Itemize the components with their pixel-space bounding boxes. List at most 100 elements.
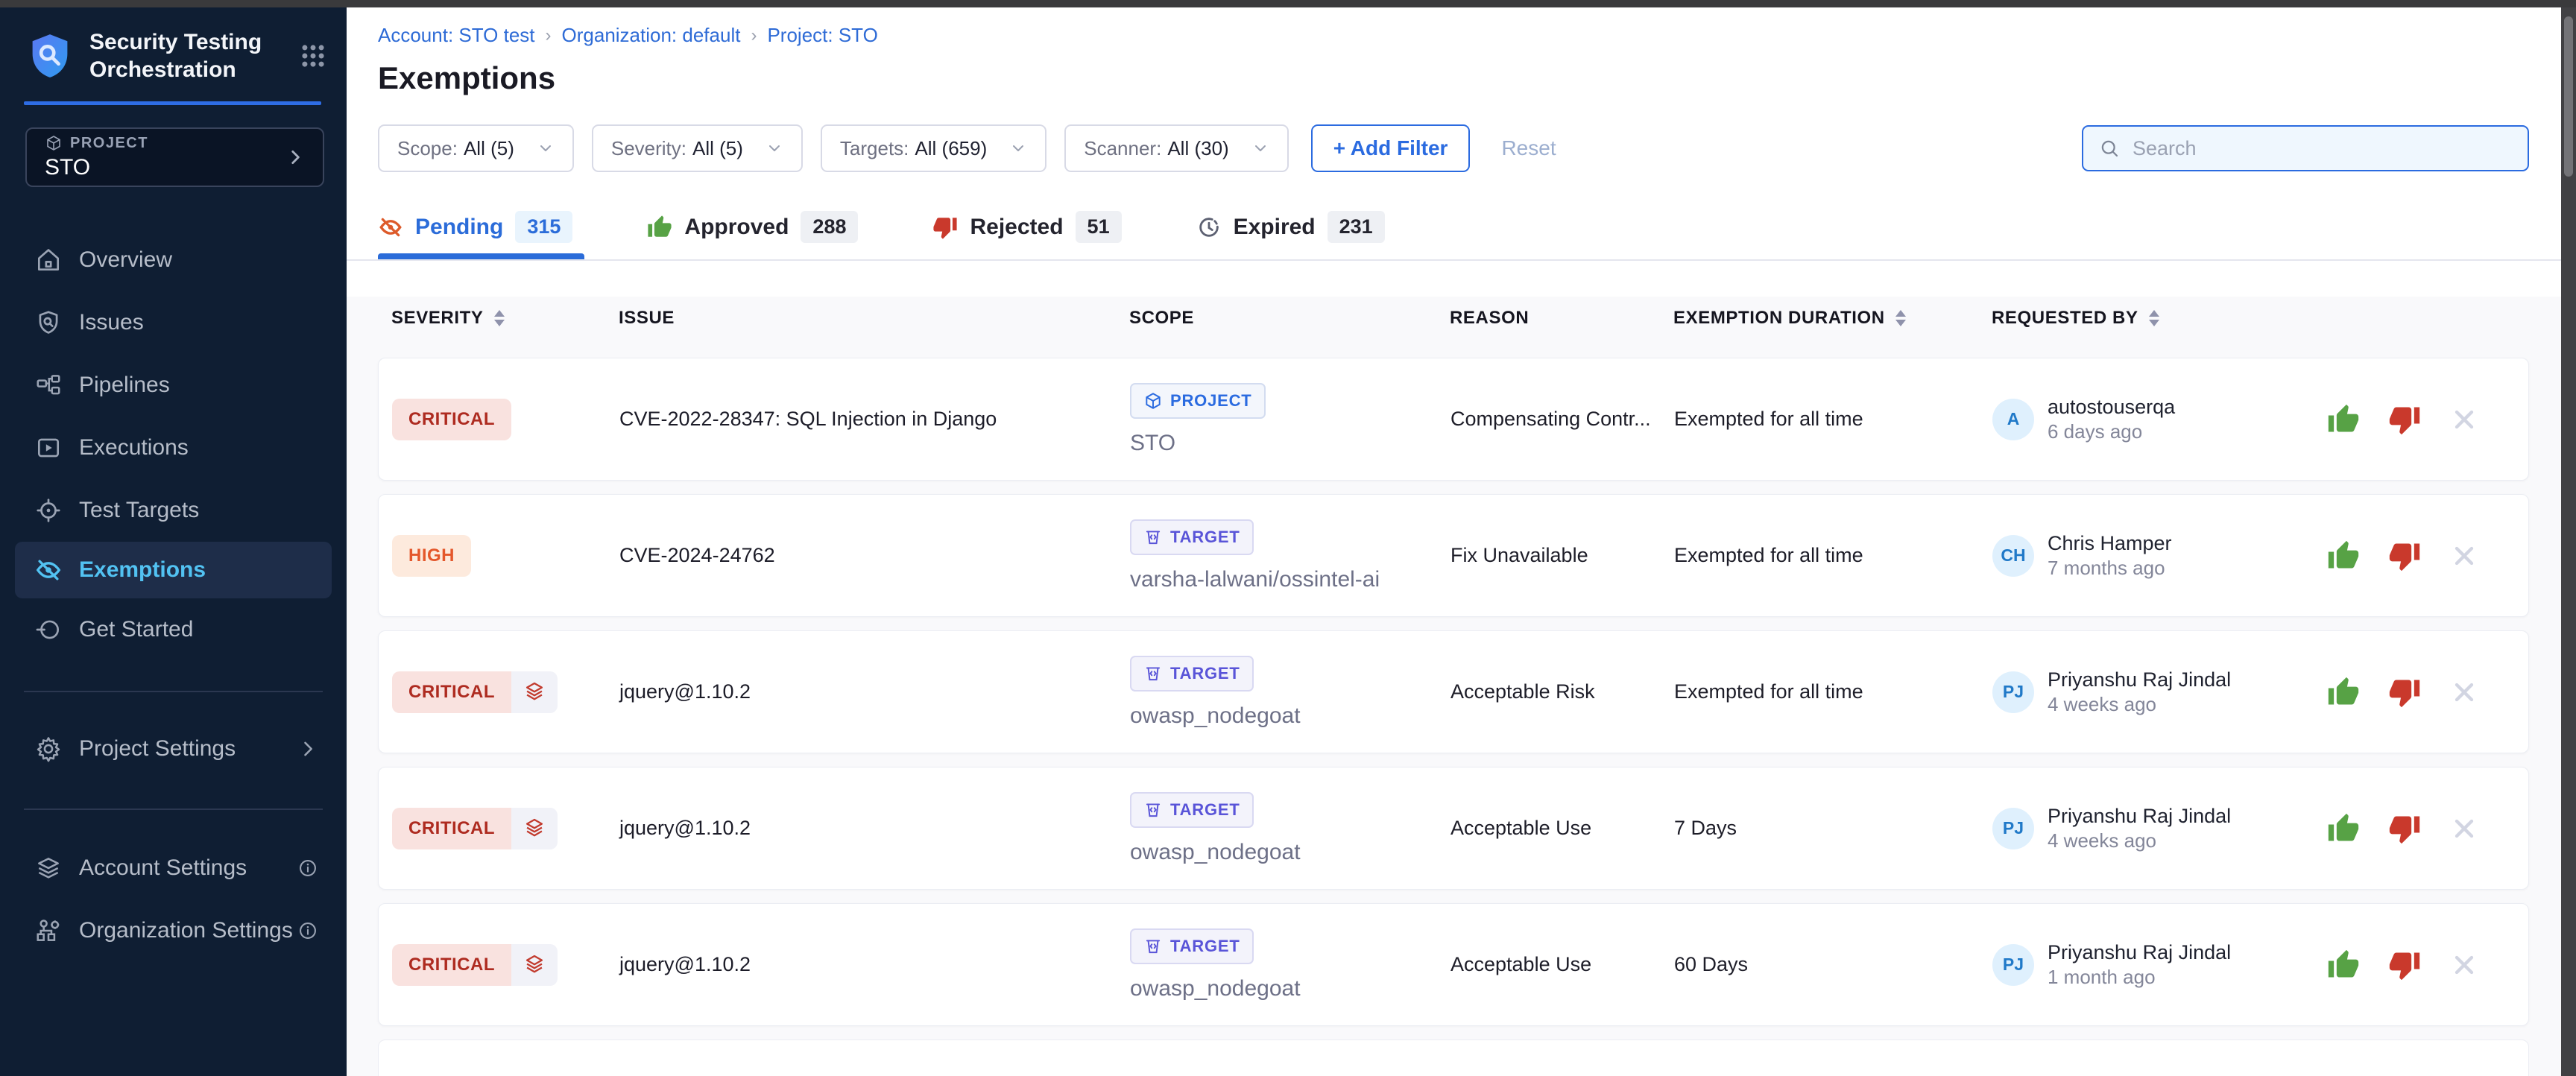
filter-bar: Scope: All (5) Severity: All (5) Targets… bbox=[378, 124, 2529, 172]
sidebar-item-exemptions[interactable]: Exemptions bbox=[15, 542, 332, 598]
search-input[interactable] bbox=[2133, 137, 2513, 160]
close-icon bbox=[2449, 677, 2479, 707]
cancel-button[interactable] bbox=[2449, 541, 2479, 571]
info-icon[interactable] bbox=[297, 920, 318, 941]
duration-cell: 7 Days bbox=[1674, 817, 1992, 840]
scope-name: owasp_nodegoat bbox=[1130, 703, 1301, 729]
severity-badge: CRITICAL bbox=[392, 808, 558, 849]
clock-icon bbox=[1196, 215, 1222, 240]
tabs-divider bbox=[347, 259, 2576, 261]
duration-cell: Exempted for all time bbox=[1674, 680, 1992, 703]
column-header-exemption-duration[interactable]: EXEMPTION DURATION bbox=[1673, 308, 1992, 329]
sidebar-item-get-started[interactable]: Get Started bbox=[0, 598, 347, 661]
thumb-down-icon bbox=[2388, 403, 2421, 436]
cancel-button[interactable] bbox=[2449, 814, 2479, 844]
approve-button[interactable] bbox=[2327, 539, 2360, 572]
reject-button[interactable] bbox=[2388, 539, 2421, 572]
close-icon bbox=[2449, 814, 2479, 844]
requested-by-cell: PJ Priyanshu Raj Jindal 4 weeks ago bbox=[1992, 803, 2315, 853]
reason-cell: Fix Unavailable bbox=[1450, 544, 1674, 567]
reject-button[interactable] bbox=[2388, 676, 2421, 709]
table-row[interactable]: CRITICAL jquery@1.10.2 bbox=[378, 903, 2529, 1026]
scrollbar-thumb[interactable] bbox=[2564, 16, 2573, 177]
add-filter-button[interactable]: + Add Filter bbox=[1311, 124, 1471, 172]
tab-rejected[interactable]: Rejected 51 bbox=[932, 211, 1133, 259]
table-row[interactable]: HIGH CVE-2024-24762 bbox=[378, 494, 2529, 617]
thumb-down-icon bbox=[2388, 812, 2421, 845]
column-header-reason: REASON bbox=[1450, 308, 1673, 329]
thumb-down-icon bbox=[2388, 949, 2421, 981]
thumb-up-icon bbox=[647, 215, 672, 240]
pipelines-icon bbox=[34, 371, 63, 399]
thumb-down-icon bbox=[932, 215, 958, 240]
info-icon[interactable] bbox=[297, 858, 318, 879]
requested-time: 7 months ago bbox=[2048, 556, 2172, 580]
column-header-scope: SCOPE bbox=[1129, 308, 1450, 329]
stacked-occurrences-icon bbox=[511, 944, 558, 986]
target-container-icon bbox=[1143, 937, 1163, 956]
approve-button[interactable] bbox=[2327, 676, 2360, 709]
sidebar-item-test-targets[interactable]: Test Targets bbox=[0, 479, 347, 542]
severity-filter-dropdown[interactable]: Severity: All (5) bbox=[592, 124, 803, 172]
reject-button[interactable] bbox=[2388, 812, 2421, 845]
get-started-icon bbox=[34, 615, 63, 644]
sidebar-item-organization-settings[interactable]: Organization Settings bbox=[0, 899, 347, 962]
sidebar-item-account-settings[interactable]: Account Settings bbox=[0, 837, 347, 899]
table-row[interactable]: CRITICAL CVE-2022-28347: SQL Injection i… bbox=[378, 358, 2529, 481]
project-selector[interactable]: PROJECT STO bbox=[25, 127, 324, 187]
approve-button[interactable] bbox=[2327, 403, 2360, 436]
exemptions-table: SEVERITY ISSUE SCOPE REASON EXEMPTION DU… bbox=[347, 297, 2576, 1076]
sidebar-item-pipelines[interactable]: Pipelines bbox=[0, 354, 347, 417]
tab-approved[interactable]: Approved 288 bbox=[647, 211, 870, 259]
eye-off-icon bbox=[378, 215, 403, 240]
breadcrumb-organization-link[interactable]: Organization: default bbox=[562, 24, 741, 47]
column-header-severity[interactable]: SEVERITY bbox=[391, 308, 619, 329]
sidebar-item-executions[interactable]: Executions bbox=[0, 417, 347, 479]
stacked-occurrences-icon bbox=[511, 671, 558, 713]
row-actions bbox=[2315, 676, 2515, 709]
breadcrumb-account-link[interactable]: Account: STO test bbox=[378, 24, 535, 47]
cube-icon bbox=[1143, 391, 1163, 411]
sidebar-item-overview[interactable]: Overview bbox=[0, 229, 347, 291]
scope-filter-dropdown[interactable]: Scope: All (5) bbox=[378, 124, 574, 172]
rejected-count-badge: 51 bbox=[1076, 211, 1122, 243]
column-header-requested-by[interactable]: REQUESTED BY bbox=[1992, 308, 2314, 329]
sidebar-item-project-settings[interactable]: Project Settings bbox=[0, 718, 347, 780]
severity-cell: HIGH bbox=[392, 535, 619, 577]
sidebar-item-issues[interactable]: Issues bbox=[0, 291, 347, 354]
table-row[interactable]: CRITICAL jquery@1.10.2 bbox=[378, 767, 2529, 890]
search-box[interactable] bbox=[2082, 125, 2529, 171]
targets-filter-dropdown[interactable]: Targets: All (659) bbox=[821, 124, 1046, 172]
next-row-partial bbox=[378, 1039, 2529, 1076]
scope-type-badge: TARGET bbox=[1130, 519, 1254, 555]
cancel-button[interactable] bbox=[2449, 950, 2479, 980]
scope-type-badge: TARGET bbox=[1130, 656, 1254, 692]
reset-filters-button[interactable]: Reset bbox=[1501, 136, 1556, 160]
approve-button[interactable] bbox=[2327, 812, 2360, 845]
reject-button[interactable] bbox=[2388, 403, 2421, 436]
breadcrumb-project-link[interactable]: Project: STO bbox=[767, 24, 877, 47]
duration-cell: Exempted for all time bbox=[1674, 544, 1992, 567]
scope-cell: TARGET owasp_nodegoat bbox=[1130, 792, 1450, 865]
vertical-scrollbar[interactable] bbox=[2561, 7, 2576, 1076]
scanner-filter-dropdown[interactable]: Scanner: All (30) bbox=[1064, 124, 1288, 172]
table-row[interactable]: CRITICAL jquery@1.10.2 bbox=[378, 630, 2529, 753]
play-box-icon bbox=[34, 434, 63, 462]
cancel-button[interactable] bbox=[2449, 677, 2479, 707]
avatar: PJ bbox=[1992, 671, 2034, 713]
tab-expired[interactable]: Expired 231 bbox=[1196, 211, 1397, 259]
thumb-up-icon bbox=[2327, 403, 2360, 436]
scope-type-badge: TARGET bbox=[1130, 928, 1254, 964]
chevron-separator: › bbox=[546, 25, 552, 46]
approve-button[interactable] bbox=[2327, 949, 2360, 981]
scope-cell: PROJECT STO bbox=[1130, 383, 1450, 456]
target-container-icon bbox=[1143, 664, 1163, 683]
requested-by-cell: PJ Priyanshu Raj Jindal 1 month ago bbox=[1992, 940, 2315, 990]
tab-pending[interactable]: Pending 315 bbox=[378, 211, 584, 259]
cancel-button[interactable] bbox=[2449, 405, 2479, 434]
requester-name: Priyanshu Raj Jindal bbox=[2048, 940, 2231, 965]
row-actions bbox=[2315, 539, 2515, 572]
thumb-down-icon bbox=[2388, 539, 2421, 572]
reject-button[interactable] bbox=[2388, 949, 2421, 981]
app-switcher-grid-icon[interactable] bbox=[299, 42, 327, 70]
